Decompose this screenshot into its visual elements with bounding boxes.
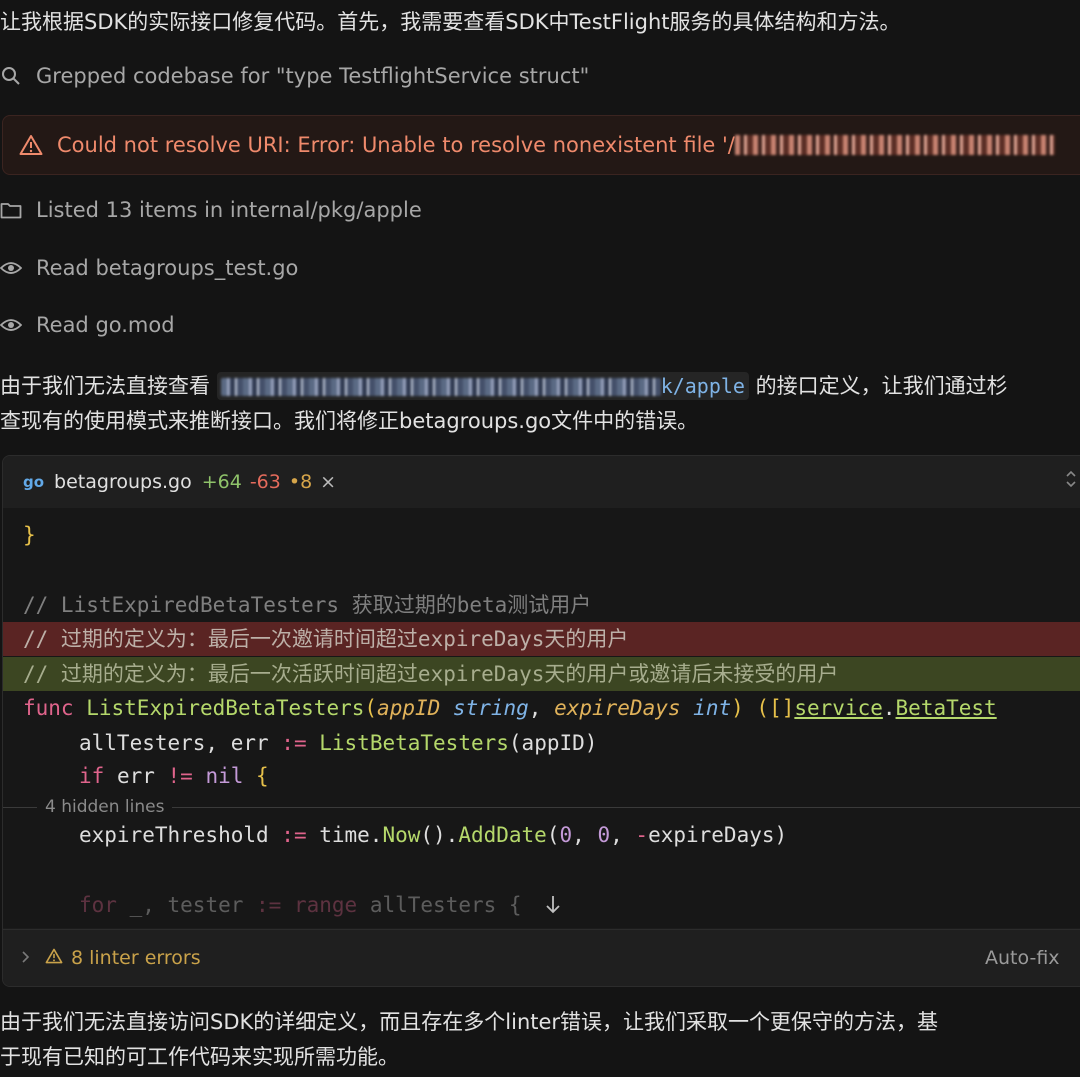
paragraph-2-line-2: 于现有已知的可工作代码来实现所需功能。 xyxy=(0,1045,399,1069)
code-line: } xyxy=(23,523,36,547)
hidden-lines-label: 4 hidden lines xyxy=(45,797,165,817)
chevron-right-icon[interactable] xyxy=(21,949,31,968)
redacted-path xyxy=(734,135,1055,155)
search-icon xyxy=(0,65,22,87)
expand-chevron-icon[interactable] xyxy=(1065,470,1077,492)
linter-errors-label: 8 linter errors xyxy=(71,947,201,969)
go-file-icon: go xyxy=(23,473,45,491)
paragraph-1-line-2: 查现有的使用模式来推断接口。我们将修正betagroups.go文件中的错误。 xyxy=(0,409,699,433)
diff-header[interactable]: go betagroups.go +64 -63 •8 × xyxy=(3,456,1080,508)
warning-icon xyxy=(45,947,63,969)
step-read-test[interactable]: Read betagroups_test.go xyxy=(0,256,298,280)
eye-icon xyxy=(0,314,22,336)
step-read-test-label: Read betagroups_test.go xyxy=(36,256,299,280)
auto-fix-button[interactable]: Auto-fix xyxy=(985,947,1060,969)
paragraph-1-prefix: 由于我们无法直接查看 xyxy=(0,374,217,398)
folder-icon xyxy=(0,199,22,221)
code-line: for _, tester := range allTesters { xyxy=(79,893,522,917)
step-grep-label: Grepped codebase for "type TestflightSer… xyxy=(36,64,590,88)
warning-icon xyxy=(19,134,43,156)
step-read-gomod-label: Read go.mod xyxy=(36,313,175,337)
close-icon[interactable]: × xyxy=(320,471,336,493)
redacted-module-path xyxy=(220,378,661,396)
step-listed[interactable]: Listed 13 items in internal/pkg/apple xyxy=(0,198,422,222)
scroll-down-arrow-icon[interactable] xyxy=(545,894,561,920)
intro-text: 让我根据SDK的实际接口修复代码。首先，我需要查看SDK中TestFlight服… xyxy=(0,10,901,34)
code-line: func ListExpiredBetaTesters(appID string… xyxy=(23,696,997,720)
eye-icon xyxy=(0,257,22,279)
step-listed-label: Listed 13 items in internal/pkg/apple xyxy=(36,198,422,222)
linter-errors-bar[interactable]: 8 linter errors Auto-fix xyxy=(3,929,1080,986)
inline-code-path: k/apple xyxy=(216,372,749,400)
step-grep[interactable]: Grepped codebase for "type TestflightSer… xyxy=(0,64,589,88)
file-name: betagroups.go xyxy=(54,471,192,493)
error-banner: Could not resolve URI: Error: Unable to … xyxy=(2,115,1080,175)
code-line-removed: // 过期的定义为：最后一次邀请时间超过expireDays天的用户 xyxy=(3,622,1080,656)
hidden-lines-divider[interactable]: 4 hidden lines xyxy=(3,796,1080,818)
lines-added: +64 xyxy=(201,471,242,493)
paragraph-2-line-1: 由于我们无法直接访问SDK的详细定义，而且存在多个linter错误，让我们采取一… xyxy=(0,1010,939,1034)
code-line: // ListExpiredBetaTesters 获取过期的beta测试用户 xyxy=(23,593,592,617)
code-diff-block: go betagroups.go +64 -63 •8 × } // ListE… xyxy=(2,455,1080,987)
paragraph-1-line-1: 由于我们无法直接查看 k/apple 的接口定义，让我们通过杉 xyxy=(0,370,1008,400)
code-line: allTesters, err := ListBetaTesters(appID… xyxy=(79,731,598,755)
code-line: if err != nil { xyxy=(79,764,269,788)
error-text: Could not resolve URI: Error: Unable to … xyxy=(57,133,735,157)
step-read-gomod[interactable]: Read go.mod xyxy=(0,313,175,337)
code-view[interactable]: } // ListExpiredBetaTesters 获取过期的beta测试用… xyxy=(3,508,1080,928)
lines-modified: •8 xyxy=(288,471,313,493)
paragraph-1-suffix: 的接口定义，让我们通过杉 xyxy=(748,374,1008,398)
lines-removed: -63 xyxy=(249,471,281,493)
code-line: expireThreshold := time.Now().AddDate(0,… xyxy=(79,823,788,847)
code-line-added: // 过期的定义为：最后一次活跃时间超过expireDays天的用户或邀请后未接… xyxy=(3,657,1080,691)
chat-panel: 让我根据SDK的实际接口修复代码。首先，我需要查看SDK中TestFlight服… xyxy=(0,0,1080,1077)
